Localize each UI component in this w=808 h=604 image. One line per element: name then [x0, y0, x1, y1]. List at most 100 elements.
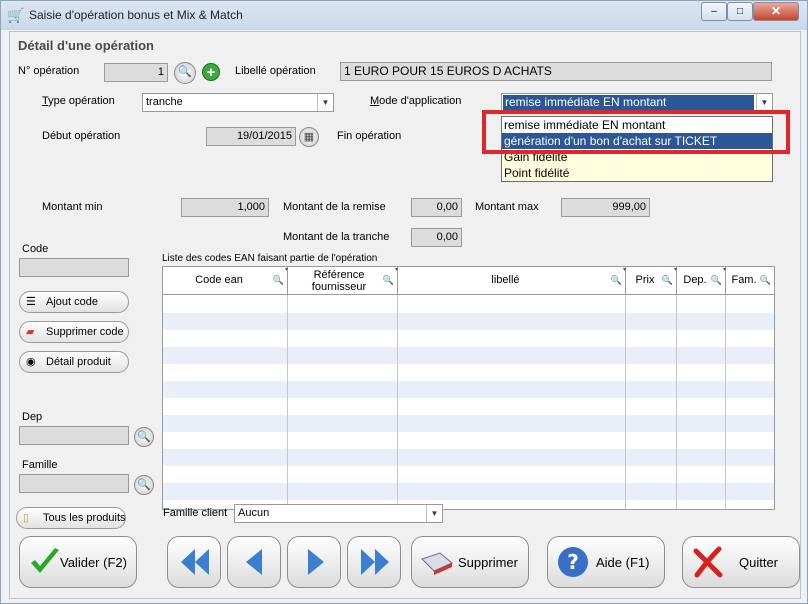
calendar-icon: ▦	[303, 131, 315, 143]
dep-field[interactable]	[19, 426, 129, 445]
chevron-down-icon[interactable]: ▼	[317, 94, 333, 111]
montant-tranche-label: Montant de la tranche	[283, 231, 390, 243]
supprimer-button[interactable]: Supprimer	[411, 536, 529, 588]
double-arrow-right-icon	[361, 549, 389, 575]
chevron-down-icon[interactable]: ▼	[426, 505, 442, 522]
close-button[interactable]: ✕	[753, 2, 799, 21]
key-icon[interactable]: 🔍	[273, 275, 284, 286]
key-icon[interactable]: 🔍	[383, 275, 394, 286]
last-record-button[interactable]	[347, 536, 401, 588]
client-area: Détail d'une opération N° opération 1 🔍 …	[9, 31, 801, 599]
ean-codes-table[interactable]: Code ean 🔍 ▾ Référence fournisseur 🔍 ▾ l…	[162, 266, 775, 510]
calendar-button[interactable]: ▦	[299, 127, 319, 147]
montant-tranche-field[interactable]: 0,00	[411, 228, 462, 247]
table-row[interactable]	[163, 313, 774, 330]
ajout-code-button[interactable]: ☰ Ajout code	[19, 291, 129, 313]
table-row[interactable]	[163, 398, 774, 415]
application-window: 🛒 Saisie d'opération bonus et Mix & Matc…	[0, 0, 808, 604]
table-row[interactable]	[163, 483, 774, 500]
chevron-down-icon[interactable]: ▼	[756, 94, 772, 111]
search-famille-button[interactable]: 🔍	[134, 475, 154, 495]
arrow-right-icon	[308, 549, 324, 575]
montant-remise-field[interactable]: 0,00	[411, 198, 462, 217]
first-record-button[interactable]	[167, 536, 221, 588]
column-header-prix[interactable]: ▾ Prix 🔍	[623, 267, 677, 295]
num-operation-field[interactable]: 1	[104, 63, 168, 82]
table-row[interactable]	[163, 449, 774, 466]
column-header-dep[interactable]: ▾ Dep. 🔍	[674, 267, 726, 295]
next-record-button[interactable]	[287, 536, 341, 588]
table-row[interactable]	[163, 347, 774, 364]
table-row[interactable]	[163, 381, 774, 398]
dropdown-option[interactable]: Point fidélité	[502, 165, 772, 181]
quitter-button[interactable]: Quitter	[682, 536, 800, 588]
table-row[interactable]	[163, 296, 774, 313]
table-row[interactable]	[163, 364, 774, 381]
key-icon[interactable]: 🔍	[711, 275, 722, 286]
sort-marker-icon: ▾	[285, 267, 289, 273]
help-icon: ?	[558, 547, 588, 577]
num-operation-label: N° opération	[18, 65, 80, 77]
key-icon[interactable]: 🔍	[760, 275, 771, 286]
detail-produit-button[interactable]: ◉ Détail produit	[19, 351, 129, 373]
libelle-label: Libellé opération	[235, 65, 316, 77]
column-divider	[287, 295, 288, 509]
type-operation-value: tranche	[146, 96, 183, 108]
montant-remise-label: Montant de la remise	[283, 201, 386, 213]
search-dep-button[interactable]: 🔍	[134, 427, 154, 447]
debut-operation-field[interactable]: 19/01/2015	[206, 127, 296, 146]
column-divider	[397, 295, 398, 509]
table-header: Code ean 🔍 ▾ Référence fournisseur 🔍 ▾ l…	[163, 267, 774, 295]
fin-operation-label: Fin opération	[337, 130, 402, 142]
libelle-field[interactable]: 1 EURO POUR 15 EUROS D ACHATS	[340, 62, 772, 81]
search-operation-button[interactable]: 🔍	[174, 62, 196, 84]
montant-min-field[interactable]: 1,000	[181, 198, 269, 217]
key-icon[interactable]: 🔍	[662, 275, 673, 286]
column-header-fam[interactable]: ▾ Fam. 🔍	[723, 267, 774, 295]
famille-label: Famille	[22, 459, 58, 471]
debut-operation-label: Début opération	[42, 130, 121, 142]
cart-icon: 🛒	[7, 7, 25, 23]
dep-label: Dep	[22, 411, 43, 423]
famille-client-select[interactable]: Aucun ▼	[234, 504, 443, 523]
column-header-code-ean[interactable]: Code ean 🔍	[163, 267, 288, 295]
mode-application-label: Mode d'application	[370, 95, 462, 107]
section-title: Détail d'une opération	[18, 38, 154, 53]
table-row[interactable]	[163, 466, 774, 483]
column-divider	[725, 295, 726, 509]
table-row[interactable]	[163, 432, 774, 449]
add-operation-button[interactable]: +	[202, 63, 220, 81]
montant-max-label: Montant max	[475, 201, 539, 213]
table-row[interactable]	[163, 330, 774, 347]
type-operation-select[interactable]: tranche ▼	[142, 93, 334, 112]
code-field[interactable]	[19, 258, 129, 277]
tous-produits-button[interactable]: ▯ Tous les produits	[16, 507, 126, 529]
eraser-icon: ▰	[26, 326, 35, 338]
magnifier-icon: 🔍	[137, 431, 151, 443]
montant-min-label: Montant min	[42, 201, 103, 213]
aide-button[interactable]: ? Aide (F1)	[547, 536, 665, 588]
key-icon[interactable]: 🔍	[611, 275, 622, 286]
previous-record-button[interactable]	[227, 536, 281, 588]
table-row[interactable]	[163, 415, 774, 432]
famille-client-value: Aucun	[238, 507, 270, 519]
valider-button[interactable]: Valider (F2)	[19, 536, 137, 588]
column-divider	[774, 295, 775, 509]
column-divider	[625, 295, 626, 509]
maximize-button[interactable]: □	[727, 2, 753, 21]
magnifier-icon: 🔍	[178, 66, 192, 78]
column-header-libelle[interactable]: ▾ libellé 🔍	[395, 267, 626, 295]
type-operation-label: Type opération	[42, 95, 115, 107]
document-icon: ▯	[23, 512, 30, 524]
montant-max-field[interactable]: 999,00	[561, 198, 650, 217]
supprimer-code-button[interactable]: ▰ Supprimer code	[19, 321, 129, 343]
minimize-button[interactable]: –	[701, 2, 727, 21]
double-arrow-left-icon	[181, 549, 209, 575]
checkmark-icon	[31, 548, 59, 573]
famille-field[interactable]	[19, 474, 129, 493]
sort-marker-icon: ▾	[623, 267, 627, 273]
sort-marker-icon: ▾	[674, 267, 678, 273]
column-header-reference[interactable]: ▾ Référence fournisseur 🔍	[285, 267, 398, 295]
column-divider	[676, 295, 677, 509]
list-caption: Liste des codes EAN faisant partie de l'…	[162, 253, 378, 264]
